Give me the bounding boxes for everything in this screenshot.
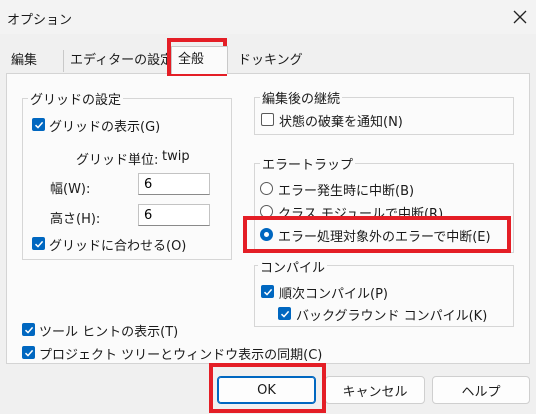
show-tooltips-checkbox[interactable]: [22, 323, 35, 336]
show-tooltips-label: ツール ヒントの表示(T): [39, 325, 179, 340]
check-icon: [24, 326, 33, 334]
tab-edit[interactable]: 編集: [8, 50, 40, 72]
break-on-all-errors-radio[interactable]: [260, 182, 273, 195]
tab-docking[interactable]: ドッキング: [235, 50, 306, 72]
show-grid-label: グリッドの表示(G): [49, 120, 161, 135]
check-icon: [24, 349, 33, 357]
grid-width-label: 幅(W):: [50, 182, 91, 197]
compile-on-demand-checkbox[interactable]: [261, 285, 274, 298]
background-compile-label: バックグラウンド コンパイル(K): [296, 309, 488, 324]
grid-height-label: 高さ(H):: [50, 212, 101, 227]
check-icon: [34, 240, 43, 248]
align-to-grid-checkbox[interactable]: [32, 237, 45, 250]
compile-legend: コンパイル: [258, 257, 328, 276]
break-in-class-module-label: クラス モジュールで中断(R): [278, 207, 444, 222]
cancel-button[interactable]: キャンセル: [325, 376, 425, 404]
notify-state-loss-label: 状態の破棄を通知(N): [279, 115, 403, 130]
align-to-grid-label: グリッドに合わせる(O): [49, 239, 187, 254]
break-in-class-module-radio[interactable]: [260, 205, 273, 218]
check-icon: [263, 288, 272, 296]
tab-general[interactable]: 全般: [171, 46, 228, 74]
grid-units-value: twip: [162, 149, 190, 164]
break-on-unhandled-errors-label: エラー処理対象外のエラーで中断(E): [278, 230, 491, 245]
tab-editor-format[interactable]: エディターの設定: [67, 50, 176, 72]
help-button[interactable]: ヘルプ: [432, 376, 530, 404]
ok-button[interactable]: OK: [217, 376, 316, 404]
tab-separator: [63, 50, 64, 72]
break-on-unhandled-errors-radio[interactable]: [260, 228, 273, 241]
edit-continue-legend: 編集後の継続: [260, 88, 343, 107]
break-on-all-errors-label: エラー発生時に中断(B): [278, 184, 415, 199]
notify-state-loss-checkbox[interactable]: [261, 113, 274, 126]
close-icon[interactable]: [507, 4, 533, 30]
show-grid-checkbox[interactable]: [32, 118, 45, 131]
check-icon: [280, 310, 289, 318]
grid-height-input[interactable]: [138, 204, 210, 226]
error-trap-legend: エラートラップ: [260, 154, 356, 173]
sync-project-tree-checkbox[interactable]: [22, 346, 35, 359]
title-bar: [0, 0, 536, 34]
grid-settings-legend: グリッドの設定: [28, 89, 124, 108]
window-title: オプション: [7, 13, 73, 28]
grid-units-label: グリッド単位:: [76, 153, 159, 168]
sync-project-tree-label: プロジェクト ツリーとウィンドウ表示の同期(C): [39, 348, 323, 363]
check-icon: [34, 121, 43, 129]
compile-on-demand-label: 順次コンパイル(P): [279, 287, 388, 302]
background-compile-checkbox[interactable]: [278, 307, 291, 320]
grid-width-input[interactable]: [138, 173, 210, 195]
